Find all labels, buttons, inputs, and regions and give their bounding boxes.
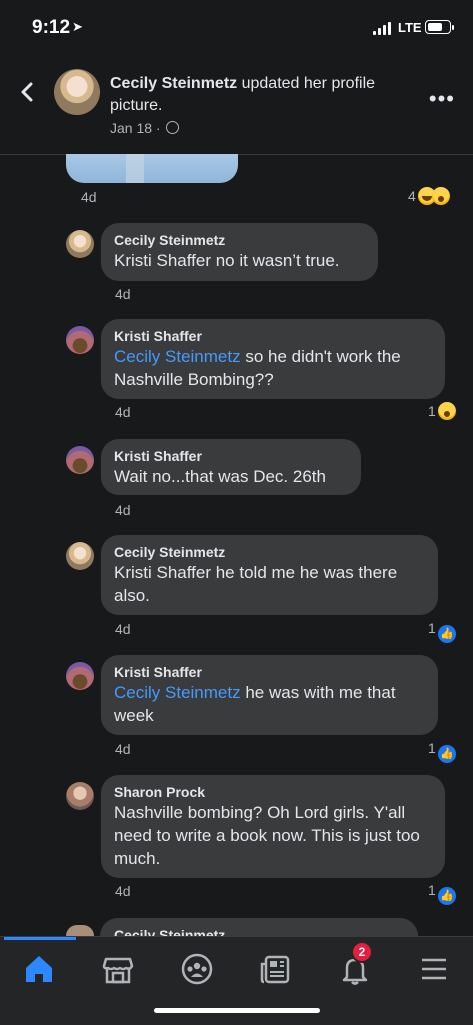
signal-icon (373, 22, 393, 35)
globe-icon (166, 121, 180, 134)
wow-reaction-icon (431, 187, 450, 205)
commenter-name[interactable]: Sharon Prock (114, 783, 432, 801)
comment-image[interactable] (66, 154, 238, 183)
reaction-summary[interactable]: 1 👍 (428, 740, 456, 763)
commenter-name[interactable]: Kristi Shaffer (114, 327, 432, 345)
comment-time[interactable]: 4d (115, 621, 131, 637)
nav-news-feed[interactable] (254, 947, 298, 991)
comment-time[interactable]: 4d (115, 883, 131, 899)
avatar[interactable] (66, 230, 94, 258)
more-options-button[interactable]: ••• (429, 86, 455, 112)
avatar[interactable] (66, 446, 94, 474)
home-icon (26, 956, 52, 982)
comment-time[interactable]: 4d (115, 741, 131, 757)
avatar[interactable] (66, 542, 94, 570)
comment-time[interactable]: 4d (115, 502, 131, 518)
nav-notifications[interactable]: 2 (333, 941, 377, 991)
nav-menu[interactable] (412, 947, 456, 991)
chevron-left-icon (21, 82, 33, 102)
comment-bubble[interactable]: Cecily Steinmetz (100, 918, 418, 936)
like-reaction-icon: 👍 (437, 745, 456, 763)
commenter-name[interactable]: Kristi Shaffer (114, 447, 348, 465)
comment-bubble[interactable]: Cecily Steinmetz Kristi Shaffer no it wa… (101, 223, 378, 281)
news-feed-icon (260, 955, 290, 984)
avatar[interactable] (66, 662, 94, 690)
reaction-summary[interactable]: 1 (428, 402, 456, 420)
commenter-name[interactable]: Cecily Steinmetz (114, 927, 225, 936)
status-time: 9:12 (32, 17, 71, 38)
comment-text: Wait no...that was Dec. 26th (114, 467, 326, 486)
commenter-name[interactable]: Cecily Steinmetz (114, 543, 425, 561)
comment-time[interactable]: 4d (115, 286, 131, 302)
author-name[interactable]: Cecily Steinmetz (110, 75, 237, 92)
comment-bubble[interactable]: Sharon Prock Nashville bombing? Oh Lord … (101, 775, 445, 878)
comment-bubble[interactable]: Kristi Shaffer Cecily Steinmetz so he di… (101, 319, 445, 399)
comment-text: Nashville bombing? Oh Lord girls. Y'all … (114, 803, 420, 868)
network-label: LTE (398, 20, 422, 35)
status-bar: 9:12 ➤ LTE (0, 0, 473, 56)
comment-bubble[interactable]: Kristi Shaffer Wait no...that was Dec. 2… (101, 439, 361, 495)
avatar[interactable] (66, 782, 94, 810)
active-tab-indicator (4, 937, 76, 940)
post-header: Cecily Steinmetz updated her profile pic… (0, 56, 473, 155)
like-reaction-icon: 👍 (437, 887, 456, 905)
nav-home[interactable] (17, 947, 61, 991)
post-date: Jan 18 · (110, 120, 161, 136)
comment-bubble[interactable]: Cecily Steinmetz Kristi Shaffer he told … (101, 535, 438, 615)
notification-badge: 2 (351, 941, 373, 963)
like-reaction-icon: 👍 (437, 625, 456, 643)
location-arrow-icon: ➤ (72, 19, 83, 34)
menu-icon (422, 958, 446, 980)
mention-link[interactable]: Cecily Steinmetz (114, 683, 241, 702)
commenter-name[interactable]: Cecily Steinmetz (114, 231, 365, 249)
comment-text: Kristi Shaffer he told me he was there a… (114, 563, 398, 605)
reaction-summary[interactable]: 1 👍 (428, 882, 456, 905)
commenter-name[interactable]: Kristi Shaffer (114, 663, 425, 681)
post-meta: Jan 18 · (110, 120, 180, 136)
comment-time[interactable]: 4d (115, 404, 131, 420)
avatar[interactable] (66, 326, 94, 354)
groups-icon (181, 953, 213, 985)
back-button[interactable] (14, 78, 42, 106)
reaction-summary[interactable]: 1 👍 (428, 620, 456, 643)
post-title: Cecily Steinmetz updated her profile pic… (110, 73, 400, 117)
author-avatar[interactable] (54, 69, 100, 115)
reaction-summary[interactable]: 4 (408, 187, 450, 205)
avatar[interactable] (66, 925, 94, 936)
mention-link[interactable]: Cecily Steinmetz (114, 347, 241, 366)
comment-bubble[interactable]: Kristi Shaffer Cecily Steinmetz he was w… (101, 655, 438, 735)
wow-reaction-icon (437, 402, 456, 420)
marketplace-icon (102, 957, 134, 984)
nav-marketplace[interactable] (96, 947, 140, 991)
comment-text: Kristi Shaffer no it wasn’t true. (114, 251, 340, 270)
nav-groups[interactable] (175, 947, 219, 991)
home-indicator (154, 1008, 320, 1013)
comment-time[interactable]: 4d (81, 189, 97, 205)
battery-icon (425, 20, 454, 34)
